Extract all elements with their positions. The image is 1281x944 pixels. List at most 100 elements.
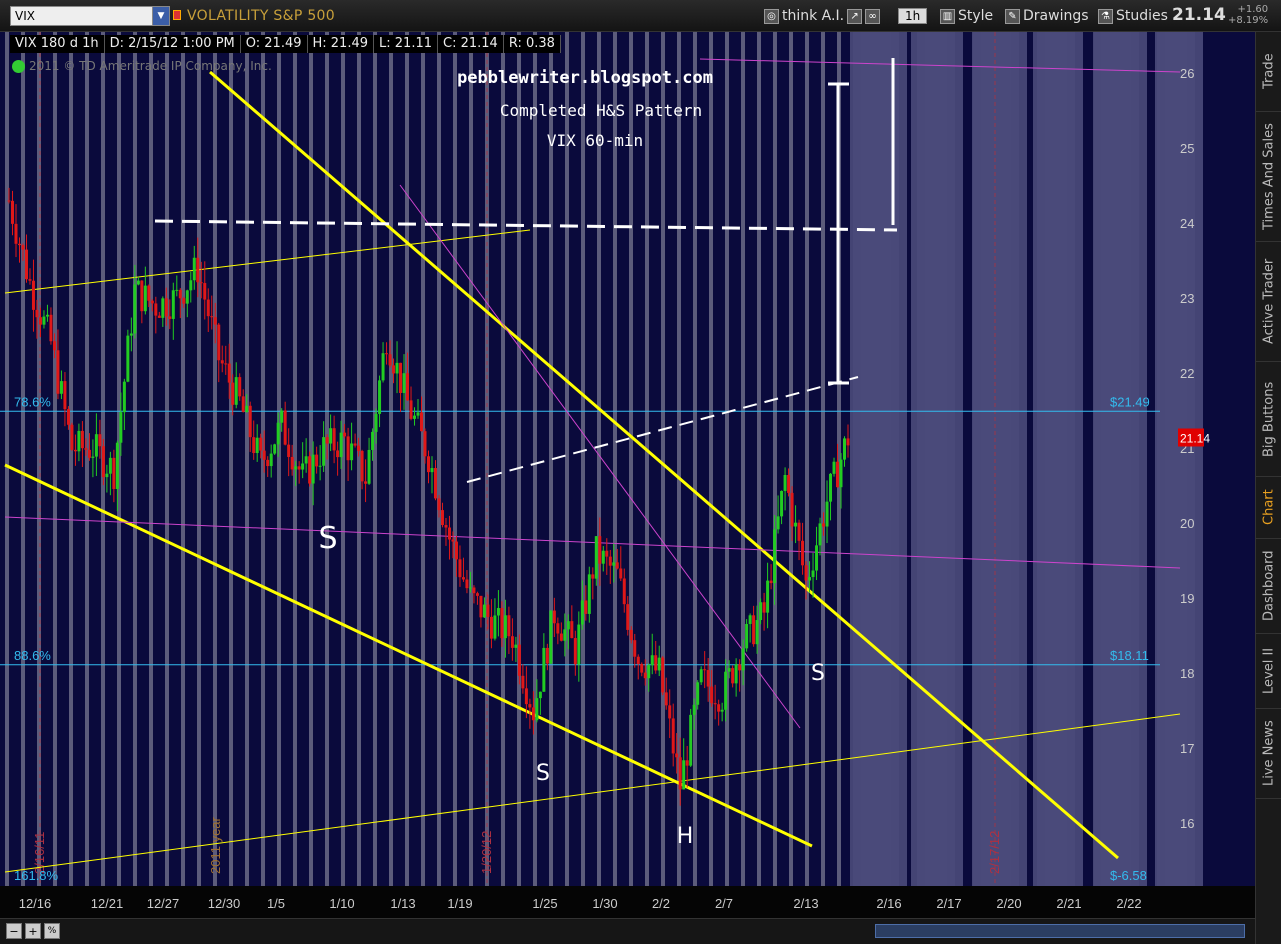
session-stripe (821, 32, 825, 886)
session-stripe (133, 32, 137, 886)
candle-body (259, 437, 263, 451)
candle-body (360, 450, 364, 482)
copyright-text: 2011 © TD Ameritrade IP Company, Inc. (29, 59, 272, 73)
candle-body (136, 280, 140, 285)
pattern-label: H (677, 824, 694, 849)
session-stripe (213, 32, 217, 886)
time-tick-label: 12/16 (19, 896, 52, 911)
side-tab-times-and-sales[interactable]: Times And Sales (1256, 112, 1281, 242)
toolbar: VIX ▼ VOLATILITY S&P 500 ◎ think A.I. ↗ … (0, 0, 1281, 32)
candle-body (661, 657, 665, 693)
candle-body (493, 615, 497, 639)
side-tab-trade[interactable]: Trade (1256, 32, 1281, 112)
candle-body (336, 450, 340, 458)
session-stripe (709, 32, 713, 886)
candle-body (318, 465, 322, 467)
candle-body (815, 545, 819, 571)
session-stripe (741, 32, 745, 886)
candle-body (713, 703, 717, 705)
session-stripe (53, 32, 57, 886)
think-ai-button[interactable]: ◎ think A.I. ↗ ∞ (760, 6, 884, 26)
session-stripe (21, 32, 25, 886)
candle-body (489, 616, 493, 639)
horizontal-scrollbar[interactable] (875, 924, 1245, 938)
candle-body (671, 718, 675, 754)
candle-body (832, 461, 836, 474)
fib-level-label: 88.6% (14, 648, 51, 663)
side-tab-chart[interactable]: Chart (1256, 477, 1281, 539)
candle-body (304, 456, 308, 464)
candle-body (199, 282, 203, 284)
candle-body (45, 314, 49, 317)
future-session-stripe (972, 32, 1002, 886)
zoom-in-button[interactable]: + (25, 923, 41, 939)
chart-subtitle-2: VIX 60-min (547, 131, 643, 150)
price-tick-label: 20 (1180, 516, 1194, 531)
candle-body (500, 608, 504, 639)
candle-body (790, 492, 794, 527)
candle-body (59, 381, 63, 394)
candle-body (150, 300, 154, 304)
candle-body (7, 200, 11, 202)
candle-body (423, 431, 427, 457)
symbol-input[interactable]: VIX (10, 6, 170, 26)
candle-body (437, 498, 441, 511)
session-stripe (597, 32, 601, 886)
candle-body (49, 314, 53, 342)
candle-body (133, 284, 137, 334)
share-icon[interactable]: ↗ (847, 8, 863, 24)
candle-body (175, 289, 179, 291)
candle-body (531, 707, 535, 721)
candle-body (587, 574, 591, 614)
candle-body (444, 525, 448, 528)
candle-body (839, 459, 843, 488)
candle-body (454, 541, 458, 560)
candle-body (766, 580, 770, 613)
candle-body (692, 704, 696, 715)
symbol-dropdown-icon[interactable]: ▼ (152, 7, 169, 25)
candle-body (280, 410, 284, 423)
candle-body (266, 459, 270, 467)
candle-body (101, 446, 105, 478)
time-tick-label: 2/7 (715, 896, 733, 911)
candle-body (203, 283, 207, 300)
candle-body (783, 475, 787, 491)
price-chart[interactable]: 161718192021222324252621.14 12/16 12/21 12… (0, 32, 1255, 918)
candle-body (468, 587, 472, 589)
candle-body (70, 424, 74, 450)
side-tab-dashboard[interactable]: Dashboard (1256, 539, 1281, 634)
zoom-percent-button[interactable]: % (44, 923, 60, 939)
candle-body (685, 760, 689, 766)
period-button[interactable]: 1h (898, 8, 928, 24)
candle-body (675, 753, 679, 758)
side-tab-live-news[interactable]: Live News (1256, 709, 1281, 799)
candle-body (808, 577, 812, 581)
bottom-bar: − + % (0, 918, 1255, 944)
link-icon[interactable]: ∞ (865, 8, 881, 24)
candle-body (755, 620, 759, 645)
time-tick-label: 1/13 (390, 896, 415, 911)
candle-body (797, 522, 801, 541)
candle-body (496, 608, 500, 616)
style-button[interactable]: ▥ Style (936, 6, 997, 26)
candle-body (35, 309, 39, 318)
side-tab-active-trader[interactable]: Active Trader (1256, 242, 1281, 362)
candle-body (182, 298, 186, 304)
time-axis: 12/16 12/21 12/27 12/30 1/5 1/10 1/13 1/19 1/25 1… (0, 886, 1255, 918)
side-tab-level-ii[interactable]: Level II (1256, 634, 1281, 709)
pattern-label: S (811, 661, 825, 686)
candle-body (804, 565, 808, 581)
price-tick-label: 24 (1180, 216, 1194, 231)
candle-body (290, 456, 294, 470)
studies-button[interactable]: ⚗ Studies (1094, 6, 1172, 26)
candle-body (262, 450, 266, 460)
zoom-out-button[interactable]: − (6, 923, 22, 939)
side-tab-big-buttons[interactable]: Big Buttons (1256, 362, 1281, 477)
candle-body (56, 350, 60, 394)
session-stripe (805, 32, 809, 886)
candle-body (241, 396, 245, 412)
session-stripe (629, 32, 633, 886)
drawings-button[interactable]: ✎ Drawings (1001, 6, 1093, 26)
future-session-stripe (1033, 32, 1063, 886)
candle-body (524, 688, 528, 705)
